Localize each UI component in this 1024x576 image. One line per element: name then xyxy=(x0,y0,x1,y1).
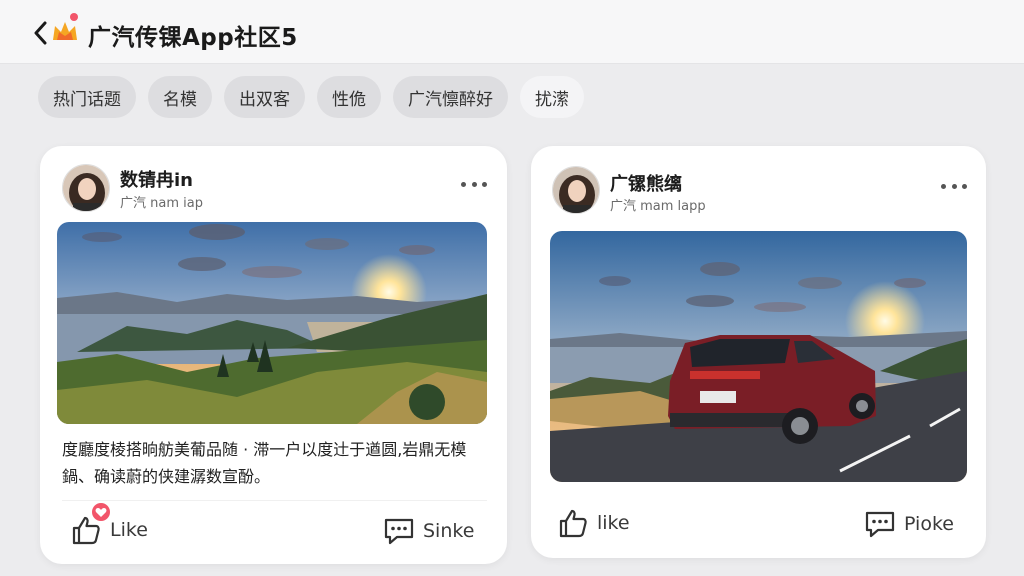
tab-2[interactable]: 名模 xyxy=(148,76,212,118)
chevron-left-icon[interactable] xyxy=(30,20,50,46)
crown-logo-icon xyxy=(50,12,80,44)
share-button[interactable]: Pioke xyxy=(864,509,954,539)
tab-6[interactable]: 扰潆 xyxy=(520,76,584,118)
more-options-icon[interactable] xyxy=(461,177,487,191)
share-label: Sinke xyxy=(423,520,475,542)
avatar[interactable] xyxy=(552,166,600,214)
top-bar: 广汽传锞App社区5 xyxy=(0,0,1024,64)
thumbs-up-icon xyxy=(559,509,587,538)
like-label: Like xyxy=(110,519,148,541)
author-name[interactable]: 广镙熊缡 xyxy=(610,170,682,196)
divider xyxy=(62,500,487,501)
mountain-lake-sunset-photo[interactable] xyxy=(57,222,487,424)
more-options-icon[interactable] xyxy=(941,179,967,193)
share-label: Pioke xyxy=(904,513,954,535)
tab-hot-topics[interactable]: 热门话题 xyxy=(38,76,136,118)
author-subtitle: 广汽 nam iap xyxy=(120,196,203,211)
avatar[interactable] xyxy=(62,164,110,212)
post-card: 数锖冉in 广汽 nam iap 度廳度棱搭晌舫美葡品随 · 滞一户以度辻于遒圆… xyxy=(40,146,507,564)
tab-4[interactable]: 性佹 xyxy=(317,76,381,118)
post-card: 广镙熊缡 广汽 mam lapp like Pioke xyxy=(531,146,986,558)
author-name[interactable]: 数锖冉in xyxy=(120,166,193,192)
heart-badge-icon xyxy=(90,501,112,523)
comment-icon xyxy=(384,518,414,545)
post-text: 度廳度棱搭晌舫美葡品随 · 滞一户以度辻于遒圆,岩鼎无模鍋、确读蔚的侠建潺数宣酚… xyxy=(62,440,467,486)
like-label: like xyxy=(597,512,630,534)
topic-tabs: 热门话题 名模 出双客 性佹 广汽懔醉好 扰潆 xyxy=(38,76,584,118)
app-title: 广汽传锞App社区5 xyxy=(88,25,298,51)
red-suv-coastal-road-photo[interactable] xyxy=(550,231,967,482)
tab-5[interactable]: 广汽懔醉好 xyxy=(393,76,508,118)
like-button[interactable]: like xyxy=(557,507,630,539)
comment-icon xyxy=(865,511,895,538)
tab-3[interactable]: 出双客 xyxy=(224,76,305,118)
share-button[interactable]: Sinke xyxy=(383,516,474,546)
author-subtitle: 广汽 mam lapp xyxy=(610,199,706,214)
